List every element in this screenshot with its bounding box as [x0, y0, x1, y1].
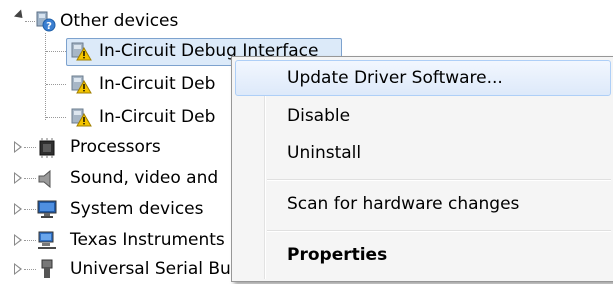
- processor-icon: [39, 138, 55, 158]
- warning-device-icon: [71, 42, 92, 61]
- warning-device-icon: [71, 75, 92, 94]
- disable-label: Disable: [287, 106, 351, 126]
- update-driver-menu-item[interactable]: Update Driver Software...: [235, 60, 611, 96]
- device-label: In-Circuit Deb: [99, 107, 216, 127]
- category-label: Texas Instruments: [70, 230, 225, 250]
- context-menu: Update Driver Software... Disable Uninst…: [231, 56, 613, 282]
- menu-separator: [267, 230, 611, 232]
- warning-device-icon: [71, 108, 92, 127]
- category-label: Universal Serial Bu: [70, 259, 231, 279]
- collapse-arrow-icon[interactable]: [13, 9, 27, 22]
- properties-menu-item[interactable]: Properties: [235, 237, 611, 273]
- scan-hardware-menu-item[interactable]: Scan for hardware changes: [235, 186, 611, 222]
- scan-hardware-label: Scan for hardware changes: [287, 194, 520, 214]
- usb-icon: [41, 259, 53, 278]
- properties-label: Properties: [287, 245, 388, 265]
- other-devices-label: Other devices: [60, 11, 179, 31]
- other-devices-icon: ?: [36, 11, 56, 32]
- category-label: System devices: [70, 199, 204, 219]
- update-driver-label: Update Driver Software...: [287, 68, 503, 88]
- category-label: Sound, video and: [70, 168, 219, 188]
- computer-icon: [37, 200, 57, 218]
- speaker-icon: [38, 169, 51, 189]
- disable-menu-item[interactable]: Disable: [235, 98, 611, 134]
- device-label: In-Circuit Deb: [99, 74, 216, 94]
- menu-separator: [267, 179, 611, 181]
- category-label: Processors: [70, 137, 161, 157]
- uninstall-label: Uninstall: [287, 143, 362, 163]
- svg-text:?: ?: [46, 21, 52, 32]
- uninstall-menu-item[interactable]: Uninstall: [235, 135, 611, 171]
- network-device-icon: [38, 231, 56, 249]
